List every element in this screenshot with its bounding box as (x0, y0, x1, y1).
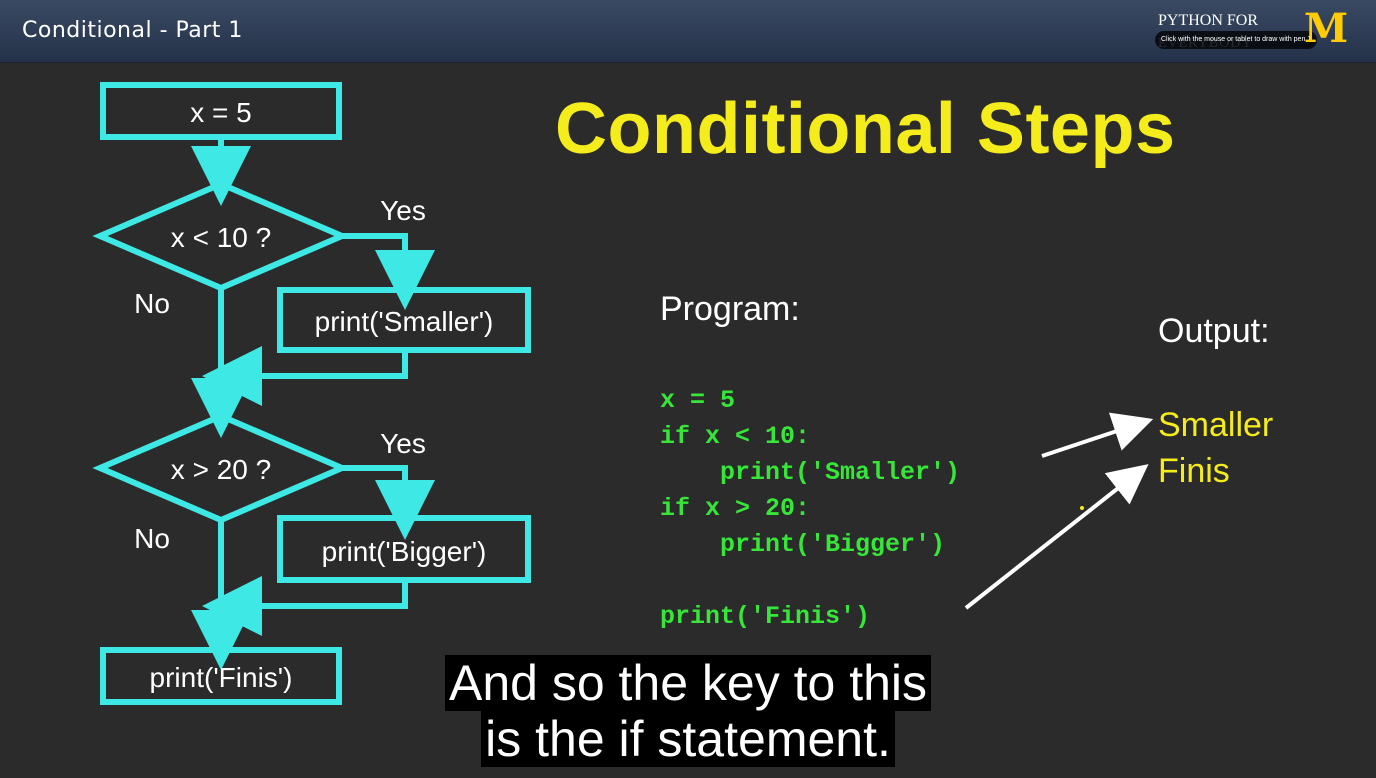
output-arrow-finis (964, 464, 1149, 610)
output-label: Output: (1158, 312, 1270, 350)
flowchart-no2-label: No (134, 523, 170, 554)
program-label: Program: (660, 290, 800, 328)
code-line: print('Finis') (660, 602, 871, 631)
flowchart-yes2-label: Yes (380, 428, 426, 459)
slide-heading: Conditional Steps (555, 89, 1176, 169)
flowchart-action1-text: print('Smaller') (315, 306, 494, 337)
code-line: if x < 10: (660, 422, 811, 451)
flowchart-yes1-label: Yes (380, 195, 426, 226)
output-block: Smaller Finis (1158, 402, 1273, 494)
code-line: x = 5 (660, 386, 736, 415)
flowchart-no1-label: No (134, 288, 170, 319)
flowchart-arrow (202, 346, 408, 406)
flowchart-action2-text: print('Bigger') (322, 536, 487, 567)
flowchart-arrow (342, 233, 435, 310)
subtitle-line1: And so the key to this (444, 655, 932, 711)
flowchart-start-text: x = 5 (190, 97, 251, 128)
flowchart-arrow (342, 465, 435, 540)
flowchart-arrow (202, 576, 408, 636)
code-line: print('Bigger') (660, 530, 946, 559)
subtitle-caption: And so the key to this is the if stateme… (0, 655, 1376, 767)
flowchart-decision2-text: x > 20 ? (171, 454, 271, 485)
output-line: Smaller (1158, 406, 1274, 444)
code-line: if x > 20: (660, 494, 811, 523)
subtitle-line2: is the if statement. (481, 711, 895, 767)
flowchart-decision1-text: x < 10 ? (171, 222, 271, 253)
pen-dot (1080, 506, 1084, 510)
code-line: print('Smaller') (660, 458, 961, 487)
code-block: x = 5 if x < 10: print('Smaller') if x >… (660, 383, 960, 635)
output-line: Finis (1158, 452, 1230, 490)
output-arrow-smaller (1041, 412, 1154, 458)
